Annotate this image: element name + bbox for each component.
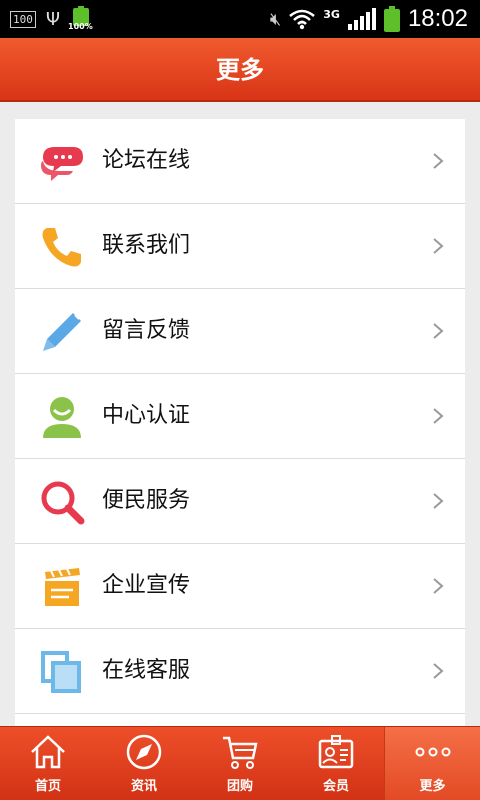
menu-item-label: 留言反馈 [102,318,191,343]
status-notification-box: 100 [10,10,36,28]
menu-item-label: 中心认证 [102,403,191,428]
tab-label: 资讯 [130,779,157,794]
menu-item-promotion[interactable]: 企业宣传 [15,544,465,629]
app-header: 更多 [0,38,480,102]
usb-icon: Ψ [45,8,61,30]
pencil-icon [43,313,81,351]
page-title: 更多 [216,56,264,84]
tab-member[interactable]: 会员 [288,727,384,800]
tab-more[interactable]: 更多 [384,727,480,800]
bottom-tab-bar: 首页 资讯 团购 会员 更多 [0,726,480,800]
network-type: 3G [323,7,340,21]
battery-small-percent: 100% [68,22,93,31]
chevron-right-icon [433,578,444,594]
wifi-icon [289,9,316,30]
menu-item-label: 在线客服 [102,658,191,683]
compass-icon [126,734,162,770]
chevron-right-icon [433,663,444,679]
status-right: 🔇︎ 3G 18:02 [270,0,468,38]
battery-notification-icon: 100% [68,6,93,32]
menu-item-partial [15,714,465,726]
status-time: 18:02 [407,5,468,32]
clapperboard-icon [45,568,80,606]
chevron-right-icon [433,238,444,254]
tab-label: 会员 [322,779,349,794]
battery-icon [383,6,400,32]
more-dots-icon [415,747,451,757]
menu-item-feedback[interactable]: 留言反馈 [15,289,465,374]
chevron-right-icon [433,493,444,509]
mute-icon: 🔇︎ [269,8,282,30]
magnifier-icon [41,481,85,525]
status-left: 100 Ψ 100% [10,6,93,32]
copy-pages-icon [41,651,81,693]
more-menu-list: 论坛在线 联系我们 留言反馈 中心认证 便民服务 企业宣传 在线客服 [15,119,465,726]
tab-home[interactable]: 首页 [0,727,96,800]
menu-item-label: 论坛在线 [102,148,191,173]
tab-label: 首页 [34,779,61,794]
chat-bubbles-icon [41,147,83,181]
user-icon [43,397,81,438]
menu-item-forum[interactable]: 论坛在线 [15,119,465,204]
menu-item-label: 联系我们 [102,233,191,258]
tab-news[interactable]: 资讯 [96,727,192,800]
phone-icon [42,228,81,267]
cart-icon [223,736,258,769]
menu-item-services[interactable]: 便民服务 [15,459,465,544]
status-bar: 100 Ψ 100% 🔇︎ 3G 18:02 [0,0,480,38]
signal-icon [347,8,376,30]
tab-label: 团购 [226,779,253,794]
menu-item-label: 企业宣传 [102,573,191,598]
chevron-right-icon [433,153,444,169]
menu-item-customer-service[interactable]: 在线客服 [15,629,465,714]
menu-item-certification[interactable]: 中心认证 [15,374,465,459]
menu-item-label: 便民服务 [102,488,191,513]
tab-group-buy[interactable]: 团购 [192,727,288,800]
menu-item-contact[interactable]: 联系我们 [15,204,465,289]
home-icon [31,735,65,769]
chevron-right-icon [433,408,444,424]
tab-label: 更多 [419,779,446,794]
member-card-icon [318,735,354,769]
chevron-right-icon [433,323,444,339]
